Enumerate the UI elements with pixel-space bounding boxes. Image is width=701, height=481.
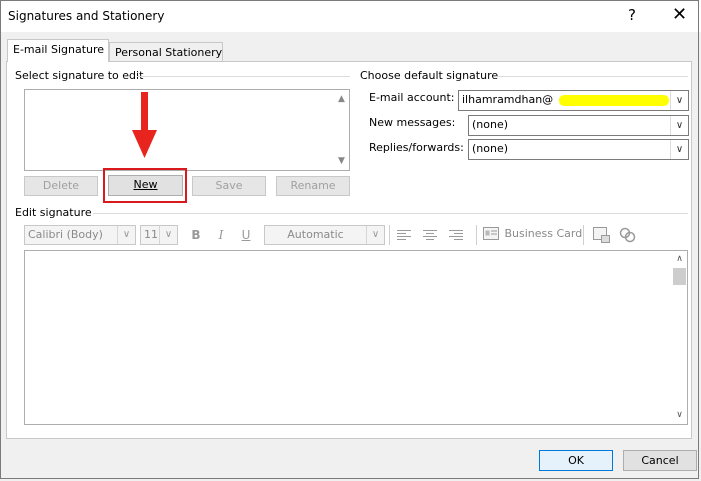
editor-scroll-up-icon[interactable]: ∧: [672, 254, 687, 264]
font-size-value: 11: [144, 228, 158, 241]
save-button[interactable]: Save: [192, 176, 266, 196]
new-button[interactable]: New: [108, 175, 183, 196]
signature-editor[interactable]: [24, 250, 688, 425]
align-center-icon[interactable]: [422, 229, 438, 241]
font-color-select[interactable]: Automatic ∨: [264, 225, 385, 245]
ok-button[interactable]: OK: [539, 450, 613, 471]
replies-forwards-label: Replies/forwards:: [369, 141, 464, 154]
chevron-down-icon: ∨: [366, 226, 384, 244]
toolbar-divider: [389, 225, 390, 245]
tab-email-signature-label: E-mail Signature: [13, 43, 105, 56]
chevron-down-icon: ∨: [670, 91, 688, 110]
insert-picture-icon[interactable]: [593, 227, 611, 244]
email-account-select[interactable]: ilhamramdhan@ ∨: [458, 90, 689, 111]
default-signature-heading: Choose default signature: [360, 69, 499, 82]
red-arrow-icon: [132, 92, 157, 158]
delete-button[interactable]: Delete: [24, 176, 98, 196]
toolbar-divider: [583, 225, 584, 245]
business-card-label: Business Card: [504, 226, 583, 240]
new-button-label: New: [133, 178, 158, 191]
new-messages-label: New messages:: [369, 116, 456, 129]
email-account-label: E-mail account:: [369, 91, 455, 104]
font-name-select[interactable]: Calibri (Body) ∨: [24, 225, 136, 245]
editor-scroll-down-icon[interactable]: ∨: [672, 410, 687, 420]
rename-button[interactable]: Rename: [276, 176, 350, 196]
align-right-icon[interactable]: [448, 229, 464, 241]
email-account-value: ilhamramdhan@: [462, 93, 554, 106]
window-title: Signatures and Stationery: [8, 9, 165, 23]
select-signature-divider: [137, 76, 350, 77]
redaction-highlight: [558, 94, 669, 106]
edit-signature-divider: [93, 213, 688, 214]
chevron-down-icon: ∨: [117, 226, 135, 244]
signature-list[interactable]: [24, 89, 350, 171]
hyperlink-icon[interactable]: [619, 227, 637, 244]
chevron-down-icon: ∨: [670, 140, 688, 159]
editor-scroll-thumb[interactable]: [673, 268, 686, 285]
business-card-icon: [483, 226, 499, 240]
list-scroll-down-icon[interactable]: ▼: [334, 156, 349, 166]
font-color-value: Automatic: [287, 228, 344, 241]
toolbar-divider: [476, 225, 477, 245]
chevron-down-icon: ∨: [159, 226, 177, 244]
replies-forwards-select[interactable]: (none) ∨: [468, 139, 689, 160]
help-button[interactable]: ?: [628, 6, 636, 24]
tab-personal-stationery-label: Personal Stationery: [115, 46, 223, 59]
new-messages-select[interactable]: (none) ∨: [468, 115, 689, 136]
edit-signature-heading: Edit signature: [15, 206, 92, 219]
select-signature-heading: Select signature to edit: [15, 69, 144, 82]
chevron-down-icon: ∨: [670, 116, 688, 135]
font-size-select[interactable]: 11 ∨: [140, 225, 178, 245]
new-messages-value: (none): [472, 118, 509, 131]
list-scroll-up-icon[interactable]: ▲: [334, 94, 349, 104]
bold-button[interactable]: B: [188, 228, 204, 242]
underline-button[interactable]: U: [238, 228, 254, 242]
cancel-button[interactable]: Cancel: [623, 450, 697, 471]
italic-button[interactable]: I: [213, 228, 229, 242]
business-card-button[interactable]: Business Card: [483, 226, 582, 246]
tab-personal-stationery[interactable]: Personal Stationery: [109, 42, 223, 62]
tab-email-signature[interactable]: E-mail Signature: [7, 39, 109, 62]
default-signature-divider: [496, 76, 688, 77]
replies-forwards-value: (none): [472, 142, 509, 155]
close-button[interactable]: ✕: [672, 4, 687, 25]
font-name-value: Calibri (Body): [28, 228, 103, 241]
align-left-icon[interactable]: [396, 229, 412, 241]
